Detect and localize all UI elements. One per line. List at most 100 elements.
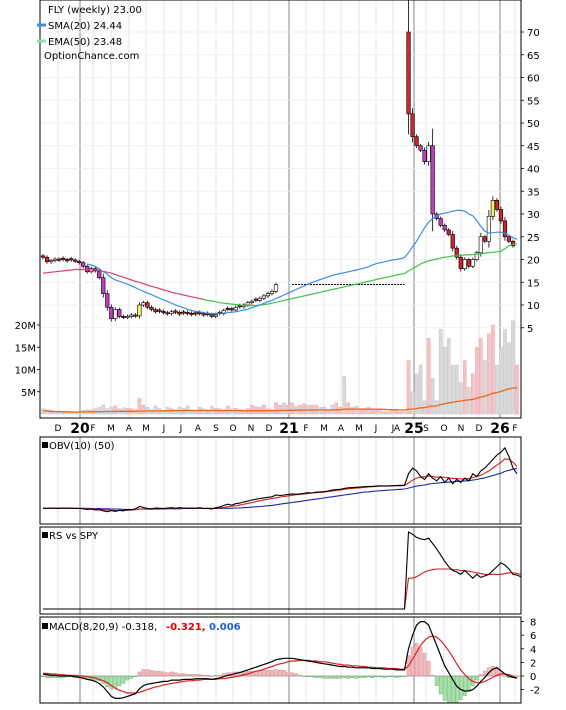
price-candle (486, 215, 491, 242)
price-candle (253, 298, 258, 301)
macd-histogram-bar (165, 672, 170, 677)
price-tick-label: 5 (527, 324, 533, 335)
volume-tick-label: 15M (15, 343, 36, 354)
volume-bar (386, 411, 391, 415)
x-tick-label: D (266, 424, 273, 434)
panel-frame (39, 526, 522, 615)
macd-histogram-bar (454, 675, 459, 704)
macd-histogram-bar (101, 675, 106, 684)
price-tick-label: 25 (527, 233, 540, 244)
price-candle (189, 312, 194, 315)
macd-histogram-bar (157, 670, 162, 677)
volume-bar (471, 373, 475, 415)
macd-tick-label: -2 (530, 686, 540, 697)
volume-bar (181, 408, 186, 415)
price-candle (229, 308, 234, 311)
macd-tick-label: 4 (530, 645, 536, 656)
price-candle (430, 145, 435, 215)
macd-histogram-bar (149, 670, 154, 677)
price-candle (422, 150, 427, 162)
x-tick-label: O (229, 424, 236, 434)
price-tick-label: 15 (527, 278, 540, 289)
legend-entry: EMA(50) 23.48 (48, 37, 122, 48)
macd-histogram-bar (442, 675, 447, 701)
macd-histogram-bar (475, 675, 479, 681)
price-candle (406, 31, 411, 115)
x-tick-label: 21 (279, 421, 298, 437)
volume-bar (97, 407, 102, 415)
volume-tick-label: 5M (21, 388, 36, 399)
price-candle (442, 225, 447, 231)
x-tick-label: F (303, 424, 308, 434)
volume-bar (201, 408, 206, 415)
volume-bar (334, 402, 339, 415)
volume-bar (286, 404, 290, 415)
x-tick-label: D (55, 424, 62, 434)
price-candle (498, 209, 504, 222)
macd-histogram-bar (161, 671, 166, 677)
volume-bar (149, 409, 154, 415)
volume-bar (229, 408, 234, 415)
price-candle (494, 200, 500, 210)
price-candle (414, 136, 419, 147)
price-tick-label: 50 (527, 119, 540, 130)
x-tick-label: 20 (70, 421, 90, 437)
volume-bar (302, 403, 306, 415)
chart-title: FLY (weekly) 23.00 (48, 5, 142, 16)
price-candle (173, 310, 178, 313)
volume-bar (499, 347, 503, 415)
x-tick-label: O (440, 424, 447, 434)
price-layer (40, 0, 518, 322)
volume-bar (434, 400, 439, 415)
price-candle (161, 311, 166, 314)
price-candle (77, 261, 82, 263)
volume-bar (454, 364, 459, 415)
volume-bar (278, 404, 282, 415)
price-tick-label: 60 (527, 74, 540, 85)
macd-histogram-bar (446, 675, 451, 703)
price-candle (213, 314, 218, 317)
macd-tick-label: 6 (530, 631, 536, 642)
obv-series-line (43, 446, 518, 513)
rs-series-line (43, 568, 522, 610)
volume-bar (113, 405, 118, 415)
chart-canvas: FLY (weekly) 23.00 SMA(20) 24.44 EMA(50) 2… (15, 0, 540, 704)
price-tick-label: 70 (527, 28, 540, 39)
price-candle (40, 255, 46, 258)
x-tick-label: F (90, 424, 95, 434)
macd-histogram-bar (173, 672, 178, 677)
price-candle (193, 312, 198, 315)
price-candle (129, 314, 134, 317)
price-candle (466, 259, 471, 267)
volume-bar (338, 407, 343, 415)
volume-bar (402, 411, 407, 415)
macd-histogram-bar (354, 675, 359, 679)
ema50-line-early (42, 268, 204, 301)
volume-bar (250, 404, 254, 415)
macd-histogram-bar (426, 661, 431, 677)
volume-bar (141, 404, 146, 415)
macd-histogram-bar (129, 675, 134, 679)
price-candle (450, 234, 455, 249)
rs-series-line (43, 531, 522, 610)
volume-bar (318, 407, 322, 415)
volume-bar (418, 364, 423, 415)
price-candle (490, 200, 495, 217)
volume-bar (350, 407, 355, 415)
macd-histogram-bar (105, 675, 110, 687)
volume-layer (41, 320, 519, 415)
price-candle (462, 259, 467, 269)
price-tick-label: 10 (527, 301, 540, 312)
price-tick-label: 40 (527, 165, 540, 176)
x-tick-label: N (458, 424, 465, 434)
price-candle (44, 256, 50, 263)
macd-histogram-bar (346, 675, 351, 679)
volume-tick-label: 10M (15, 366, 36, 377)
macd-histogram-bar (290, 672, 294, 677)
price-candle (56, 258, 62, 261)
macd-histogram-bar (334, 675, 339, 679)
price-tick-label: 20 (527, 256, 540, 267)
volume-bar (511, 320, 515, 415)
price-candle (81, 262, 86, 267)
legend-entry: SMA(20) 24.44 (48, 21, 122, 32)
